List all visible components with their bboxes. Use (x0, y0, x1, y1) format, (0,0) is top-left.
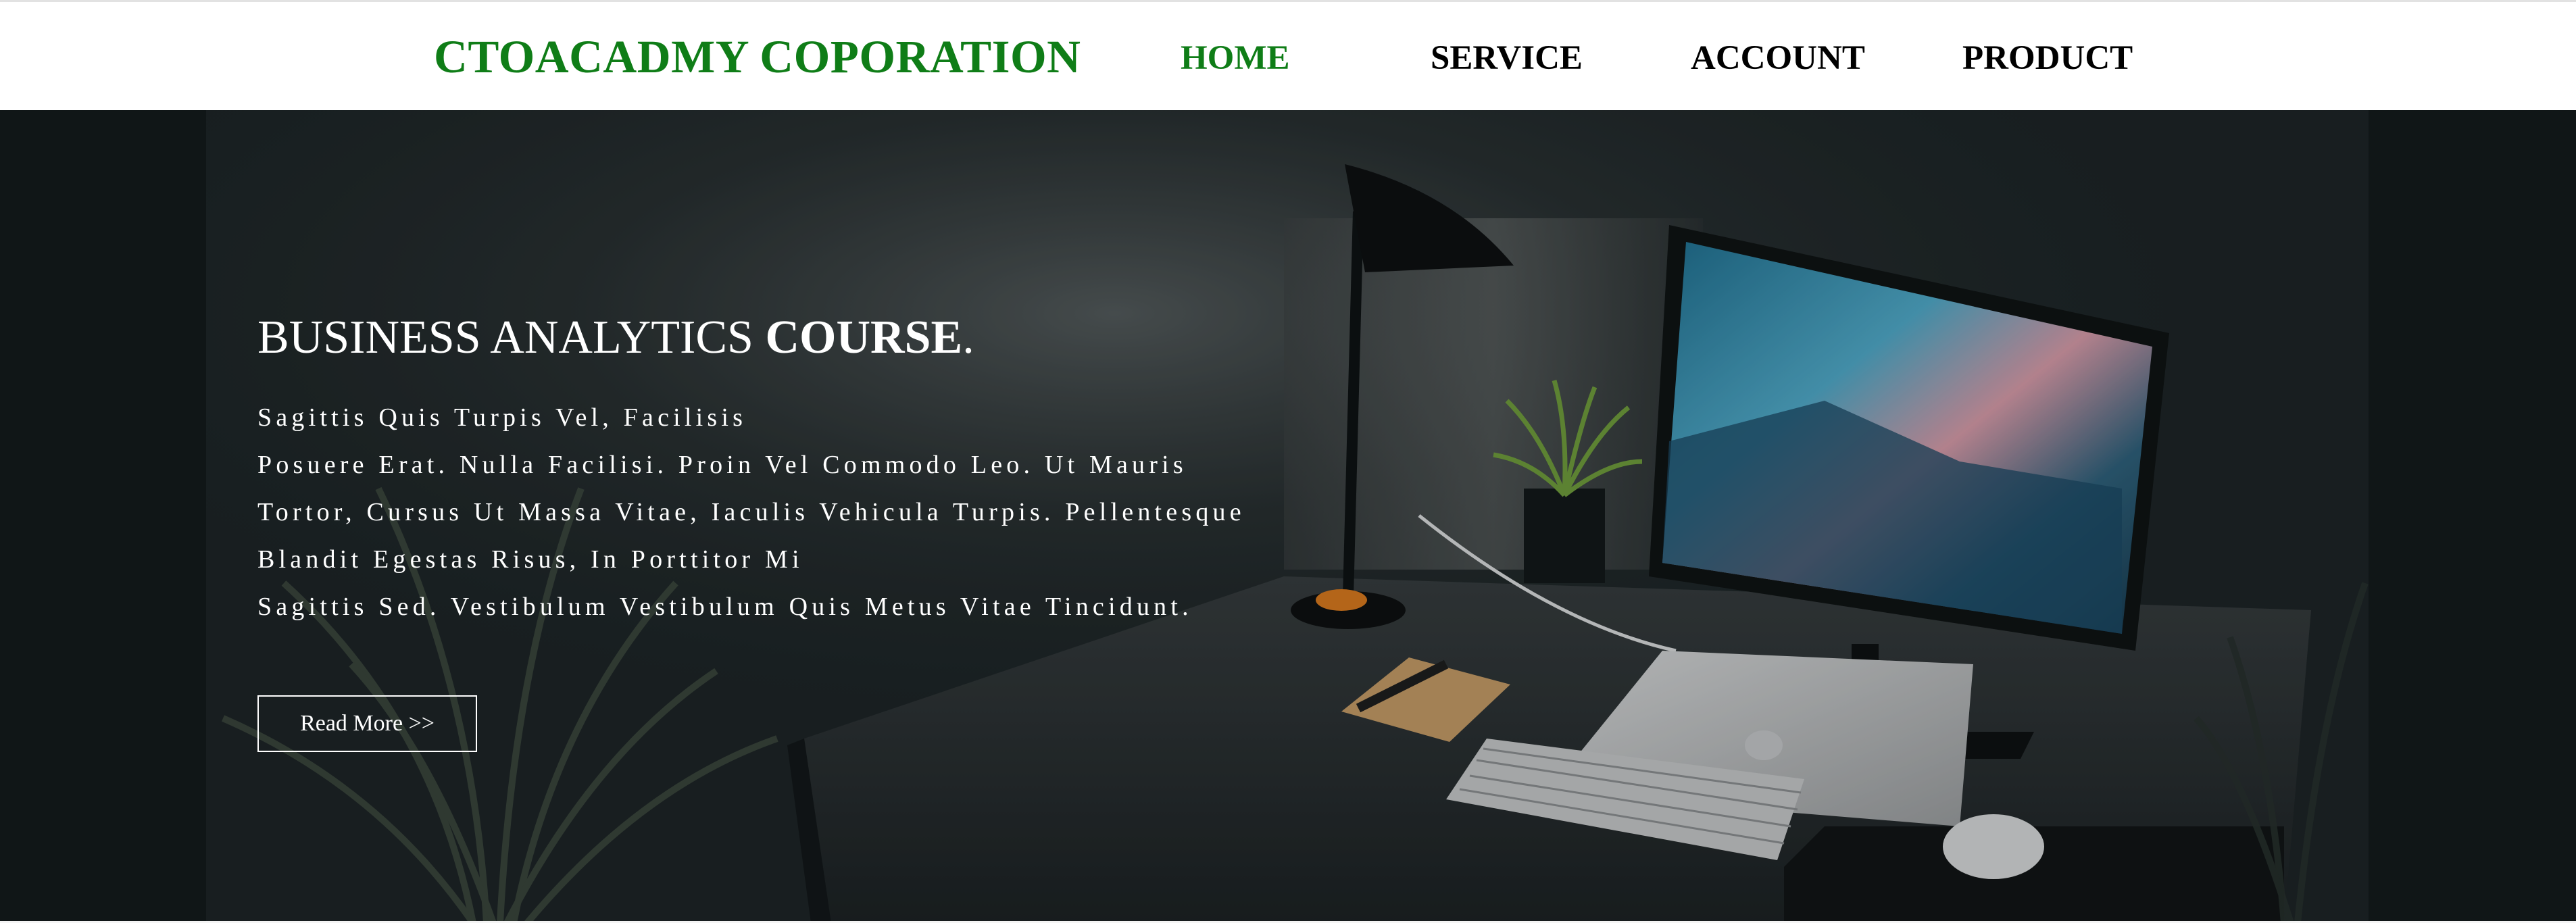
nav-product-link[interactable]: PRODUCT (1962, 34, 2133, 82)
page: CTOACADMY COPORATION HOME SERVICE ACCOUN… (0, 0, 2576, 923)
read-more-button[interactable]: Read More >> (257, 695, 477, 752)
hero-title: BUSINESS ANALYTICS COURSE. (257, 307, 974, 368)
hero-description: Sagittis Quis Turpis Vel, Facilisis Posu… (257, 394, 1245, 630)
nav-service-link[interactable]: SERVICE (1431, 34, 1583, 82)
nav-account-link[interactable]: ACCOUNT (1691, 34, 1865, 82)
hero-title-end: . (962, 311, 974, 364)
hero-banner: BUSINESS ANALYTICS COURSE. Sagittis Quis… (0, 110, 2576, 923)
top-navbar: CTOACADMY COPORATION HOME SERVICE ACCOUN… (0, 0, 2576, 110)
hero-description-line: Sagittis Sed. Vestibulum Vestibulum Quis… (257, 593, 1193, 621)
hero-title-regular: BUSINESS ANALYTICS (257, 311, 766, 364)
hero-description-line: Tortor, Cursus Ut Massa Vitae, Iaculis V… (257, 498, 1245, 526)
brand-logo-text[interactable]: CTOACADMY COPORATION (434, 26, 1081, 87)
hero-title-bold: COURSE (765, 311, 963, 364)
nav-home-link[interactable]: HOME (1181, 34, 1290, 82)
hero-description-line: Posuere Erat. Nulla Facilisi. Proin Vel … (257, 451, 1187, 479)
hero-description-line: Blandit Egestas Risus, In Porttitor Mi (257, 545, 803, 574)
hero-description-line: Sagittis Quis Turpis Vel, Facilisis (257, 403, 747, 432)
